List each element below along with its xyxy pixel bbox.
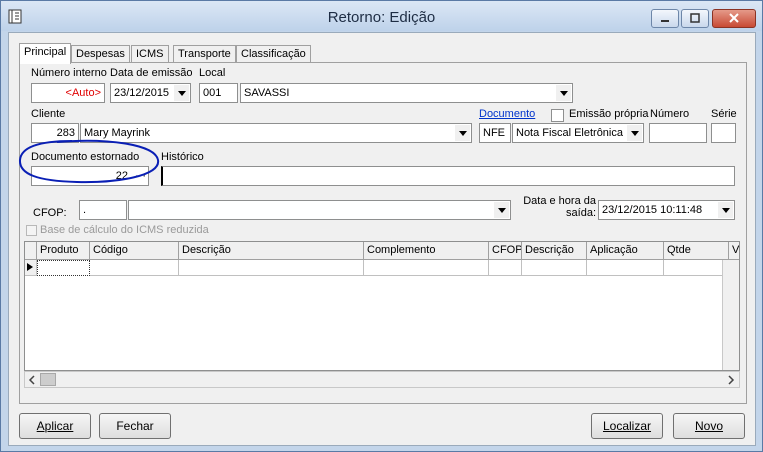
tab-panel-principal: Número interno <Auto> Data de emissão 23… xyxy=(19,62,747,404)
grid-indicator-header xyxy=(25,242,37,260)
table-cell[interactable] xyxy=(179,260,364,276)
local-name-value: SAVASSI xyxy=(244,87,290,99)
data-emissao-value: 23/12/2015 xyxy=(114,87,170,99)
base-calculo-label: Base de cálculo do ICMS reduzida xyxy=(40,224,209,236)
maximize-button[interactable] xyxy=(681,9,709,28)
local-code-field[interactable]: 001 xyxy=(199,83,238,103)
documento-link[interactable]: Documento xyxy=(479,108,535,120)
chevron-down-icon[interactable] xyxy=(494,202,509,218)
novo-button[interactable]: Novo xyxy=(673,413,745,439)
chevron-left-icon[interactable] xyxy=(28,375,36,385)
row-pointer-icon xyxy=(27,263,33,271)
tab-icms[interactable]: ICMS xyxy=(131,45,169,63)
local-label: Local xyxy=(199,67,226,79)
chevron-down-icon[interactable] xyxy=(627,125,642,141)
data-emissao-label: Data de emissão xyxy=(110,67,193,79)
grid-header-produto[interactable]: Produto xyxy=(37,242,90,260)
minimize-button[interactable] xyxy=(651,9,679,28)
localizar-label: Localizar xyxy=(602,419,652,433)
items-grid[interactable]: Produto Código Descrição Complemento CFO… xyxy=(24,241,740,371)
table-cell[interactable] xyxy=(522,260,587,276)
numero-interno-field[interactable]: <Auto> xyxy=(31,83,105,103)
tab-classificacao[interactable]: Classificação xyxy=(236,45,311,63)
chevron-down-icon[interactable] xyxy=(174,85,189,101)
base-calculo-checkbox[interactable] xyxy=(26,225,37,236)
aplicar-label: Aplicar xyxy=(36,419,74,433)
cliente-select[interactable]: Mary Mayrink xyxy=(80,123,472,143)
cliente-code-field[interactable]: 283 xyxy=(31,123,79,143)
documento-estornado-value: 22 xyxy=(115,170,128,182)
serie-label: Série xyxy=(711,108,737,120)
grid-horizontal-scrollbar[interactable] xyxy=(24,371,740,388)
data-hora-label-line2: saída: xyxy=(566,207,596,219)
emissao-propria-checkbox[interactable] xyxy=(551,109,564,122)
grid-vertical-scrollbar[interactable] xyxy=(722,260,739,370)
chevron-down-icon[interactable] xyxy=(718,202,733,218)
close-button[interactable] xyxy=(712,9,756,28)
tab-transporte[interactable]: Transporte xyxy=(173,45,236,63)
emissao-propria-label: Emissão própria xyxy=(569,108,649,120)
documento-code-field[interactable]: NFE xyxy=(479,123,511,143)
table-cell[interactable] xyxy=(664,260,729,276)
minimize-icon xyxy=(661,20,669,22)
tab-despesas[interactable]: Despesas xyxy=(71,45,130,63)
dialog-client-area: Principal Despesas ICMS Transporte Class… xyxy=(8,32,756,446)
grid-header-cfop[interactable]: CFOP xyxy=(489,242,522,260)
scroll-thumb[interactable] xyxy=(40,373,56,386)
cliente-label: Cliente xyxy=(31,108,66,120)
grid-header-complemento[interactable]: Complemento xyxy=(364,242,489,260)
window-title: Retorno: Edição xyxy=(327,9,436,26)
cfop-label: CFOP: xyxy=(33,207,67,219)
app-window: Retorno: Edição Principal Despesas ICMS … xyxy=(0,0,763,452)
data-hora-saida-picker[interactable]: 23/12/2015 10:11:48 xyxy=(598,200,735,220)
numero-label: Número xyxy=(650,108,690,120)
grid-header-descricao[interactable]: Descrição xyxy=(179,242,364,260)
grid-header-codigo[interactable]: Código xyxy=(90,242,179,260)
title-bar[interactable]: Retorno: Edição xyxy=(1,1,762,31)
numero-field[interactable] xyxy=(649,123,707,143)
chevron-down-icon[interactable] xyxy=(455,125,470,141)
chevron-right-icon[interactable] xyxy=(727,375,735,385)
documento-estornado-field[interactable]: 22 ··· xyxy=(31,166,149,186)
grid-header-valor[interactable]: V xyxy=(729,242,739,260)
cfop-select[interactable] xyxy=(128,200,511,220)
maximize-icon xyxy=(690,13,700,23)
fechar-label: Fechar xyxy=(116,419,154,433)
ellipsis-button[interactable]: ··· xyxy=(135,167,146,185)
table-cell[interactable] xyxy=(90,260,179,276)
numero-interno-label: Número interno xyxy=(31,67,107,79)
historico-label: Histórico xyxy=(161,151,204,163)
row-indicator xyxy=(25,260,37,276)
chevron-down-icon[interactable] xyxy=(556,85,571,101)
data-hora-label-line1: Data e hora da xyxy=(523,195,596,207)
close-icon xyxy=(729,13,739,23)
data-hora-saida-label: Data e hora da saída: xyxy=(516,195,596,219)
localizar-button[interactable]: Localizar xyxy=(591,413,663,439)
table-cell[interactable] xyxy=(587,260,664,276)
fechar-button[interactable]: Fechar xyxy=(99,413,171,439)
cfop-code-field[interactable]: . xyxy=(79,200,127,220)
table-cell[interactable] xyxy=(364,260,489,276)
grid-header-aplicacao[interactable]: Aplicação xyxy=(587,242,664,260)
historico-field[interactable] xyxy=(161,166,735,186)
documento-name-value: Nota Fiscal Eletrônica xyxy=(516,127,623,139)
cliente-name-value: Mary Mayrink xyxy=(84,127,151,139)
grid-header-qtde[interactable]: Qtde xyxy=(664,242,729,260)
aplicar-button[interactable]: Aplicar xyxy=(19,413,91,439)
serie-field[interactable] xyxy=(711,123,736,143)
grid-header-descricao-cfop[interactable]: Descrição xyxy=(522,242,587,260)
tab-principal[interactable]: Principal xyxy=(19,43,72,64)
table-cell[interactable] xyxy=(489,260,522,276)
data-emissao-picker[interactable]: 23/12/2015 xyxy=(110,83,191,103)
local-select[interactable]: SAVASSI xyxy=(240,83,573,103)
documento-estornado-label: Documento estornado xyxy=(31,151,140,163)
data-hora-saida-value: 23/12/2015 10:11:48 xyxy=(602,204,703,216)
novo-label: Novo xyxy=(694,419,723,433)
documento-select[interactable]: Nota Fiscal Eletrônica xyxy=(512,123,644,143)
table-cell[interactable] xyxy=(37,260,90,276)
